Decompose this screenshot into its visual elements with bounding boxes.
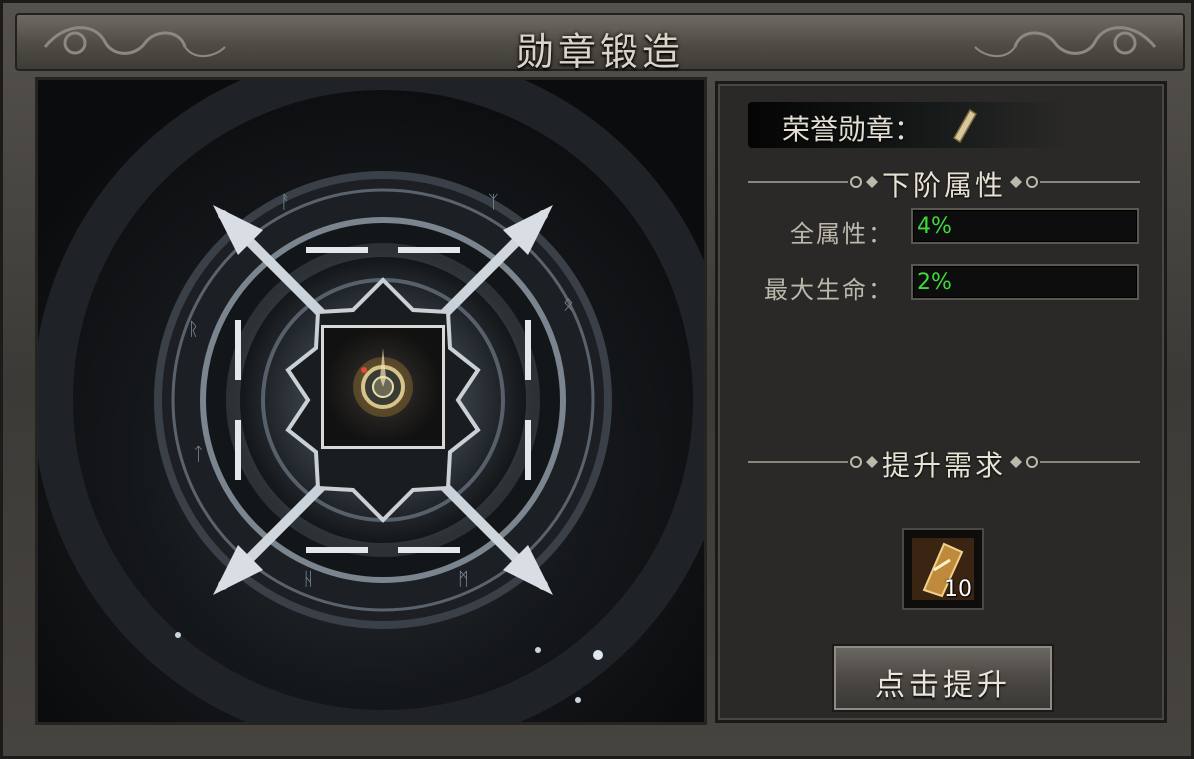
svg-text:ᛟ: ᛟ [563,294,574,315]
forge-medal-slot[interactable] [321,325,445,449]
svg-text:ᛗ: ᛗ [458,569,469,590]
window-title: 勋章锻造 [515,30,684,74]
svg-text:ᚨ: ᚨ [280,192,291,213]
forge-info-panel: 荣誉勋章： 下阶属性 全属性： 4% 最大生命： 2% 提升需求 10 点击提升 [715,81,1167,723]
medal-icon [953,108,977,144]
stat-label: 全属性： [790,220,894,248]
svg-text:ᚱ: ᚱ [188,319,199,340]
stat-value: 4% [911,208,1139,244]
requirement-item-count: 10 [944,577,972,602]
stat-label: 最大生命： [764,276,894,304]
lower-tier-title: 下阶属性 [881,169,1006,202]
requirement-title: 提升需求 [881,449,1006,482]
upgrade-button[interactable]: 点击提升 [832,644,1054,712]
lower-tier-header: 下阶属性 [738,162,1150,202]
honor-medal-label: 荣誉勋章： [782,113,923,146]
medal-gem-icon [353,348,413,417]
requirement-item-slot[interactable]: 10 [902,528,984,610]
stat-row-max-hp: 最大生命： 2% [754,264,1144,304]
stat-row-all-attributes: 全属性： 4% [754,208,1144,248]
upgrade-button-label: 点击提升 [875,668,1011,703]
svg-text:ᚺ: ᚺ [303,569,314,590]
svg-text:ᛏ: ᛏ [193,444,204,465]
requirement-header: 提升需求 [738,442,1150,482]
svg-text:ᛉ: ᛉ [488,192,499,213]
title-bar: 勋章锻造 [15,13,1185,74]
stat-value: 2% [911,264,1139,300]
honor-medal-bar: 荣誉勋章： [748,102,1068,148]
forge-display-panel: ᚨ ᛉ ᚱ ᛟ ᛏ ᚺ ᛗ [35,77,707,725]
forge-window: 勋章锻造 ᚨ ᛉ ᚱ ᛟ ᛏ ᚺ ᛗ 荣誉勋章： 下阶属性 全属性： 4% 最大… [0,0,1194,759]
